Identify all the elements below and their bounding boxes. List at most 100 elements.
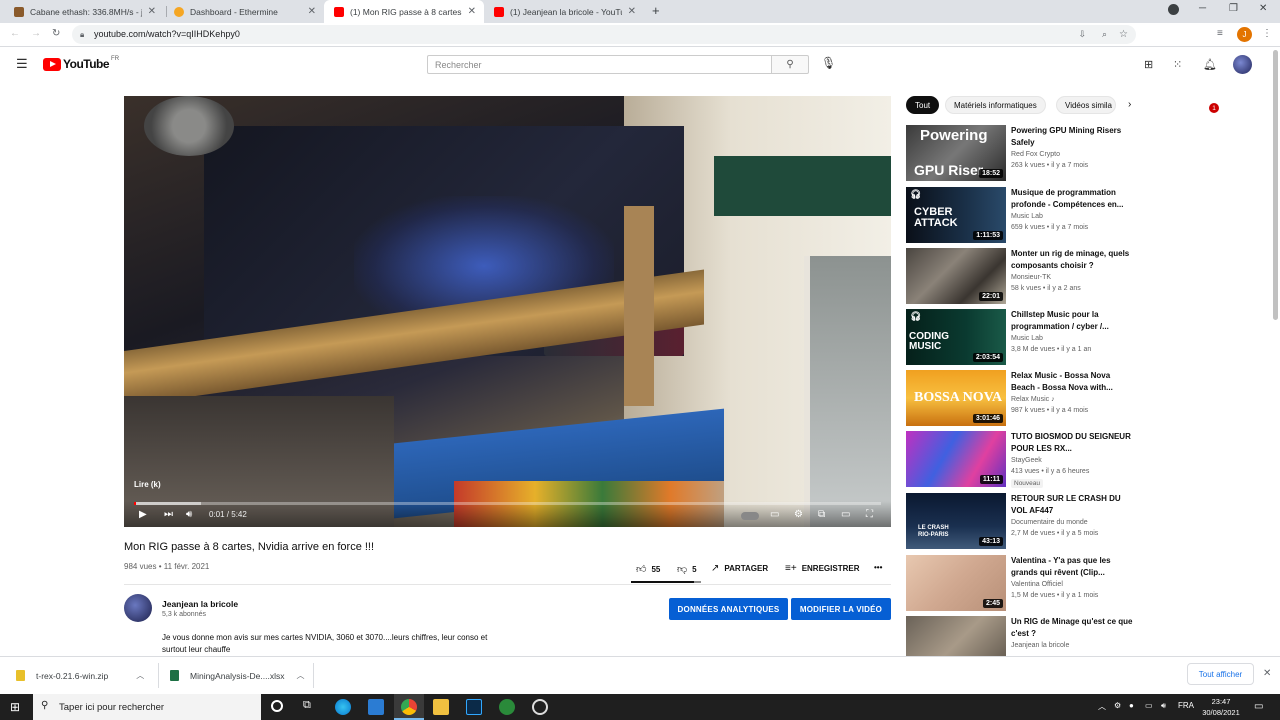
save-button[interactable]: ≡+ ENREGISTRER (785, 563, 859, 574)
settings-gear-icon[interactable]: ⚙ (794, 509, 803, 520)
close-icon[interactable]: ✕ (468, 6, 476, 17)
download-bar: t-rex-0.21.6-win.zip ︿ MiningAnalysis-De… (0, 656, 1280, 694)
edit-video-button[interactable]: MODIFIER LA VIDÉO (791, 598, 891, 620)
miniplayer-icon[interactable]: ⧉ (818, 509, 825, 520)
tab-search-icon[interactable] (1168, 4, 1179, 15)
channel-name[interactable]: Jeanjean la bricole (162, 599, 238, 609)
youtube-logo[interactable]: YouTube FR (43, 56, 120, 71)
progress-bar[interactable] (134, 502, 881, 505)
apps-grid-icon[interactable]: ⁙ (1173, 58, 1182, 71)
play-icon[interactable]: ▶ (139, 509, 147, 520)
close-download-bar-icon[interactable]: ✕ (1263, 668, 1271, 679)
browser-menu-icon[interactable]: ⋮ (1262, 28, 1272, 39)
close-window-icon[interactable]: ✕ (1259, 3, 1267, 14)
autoplay-toggle[interactable] (741, 512, 759, 520)
create-video-icon[interactable]: ⊞ (1144, 58, 1153, 71)
recommendation-item[interactable]: BOSSA NOVA 3:01:46 Relax Music - Bossa N… (906, 370, 1146, 426)
more-actions-button[interactable]: ••• (874, 563, 882, 572)
chip-similar[interactable]: Vidéos simila (1056, 96, 1116, 114)
thumb-caption: CODING MUSIC (909, 331, 949, 352)
minimize-icon[interactable]: ─ (1199, 3, 1206, 14)
edge-icon[interactable] (335, 699, 351, 715)
country-code: FR (111, 56, 120, 62)
recommendation-item[interactable]: Un RIG de Minage qu'est ce que c'est ? J… (906, 616, 1146, 656)
browser-tab[interactable]: Dashboard - Ethermine ✕ (164, 0, 324, 23)
volume-icon[interactable]: 🔊︎ (186, 509, 192, 520)
tray-app-icon[interactable]: ⚙ (1114, 701, 1121, 710)
recommendation-item[interactable]: 🎧︎ CODING MUSIC 2:03:54 Chillstep Music … (906, 309, 1146, 365)
analytics-button[interactable]: DONNÉES ANALYTIQUES (669, 598, 788, 620)
download-filename: MiningAnalysis-De....xlsx (190, 670, 285, 681)
recommendation-item[interactable]: 11:11 TUTO BIOSMOD DU SEIGNEUR POUR LES … (906, 431, 1146, 488)
new-tab-button[interactable]: + (652, 3, 660, 18)
channel-avatar[interactable] (124, 594, 152, 622)
xbox-icon[interactable] (499, 699, 515, 715)
browser-tab[interactable]: Cabane ethash: 336.8MH/s - jea ✕ (4, 0, 164, 23)
search-input[interactable] (427, 55, 772, 74)
account-avatar[interactable] (1233, 55, 1252, 74)
recommendation-item[interactable]: Powering GPU Riser 18:52 Powering GPU Mi… (906, 125, 1146, 181)
tray-chevron-up-icon[interactable]: ︿ (1098, 701, 1106, 712)
zoom-icon[interactable]: ⌕ (1102, 25, 1107, 44)
windows-start-icon[interactable]: ⊞ (10, 700, 20, 714)
hamburger-menu-icon[interactable]: ☰ (16, 56, 28, 72)
clock-time: 23:47 (1211, 697, 1231, 706)
search-button[interactable]: ⚲ (771, 55, 809, 74)
microphone-icon[interactable]: 🎙︎ (821, 56, 836, 70)
chevron-up-icon[interactable]: ︿ (296, 670, 304, 681)
chip-all[interactable]: Tout (906, 96, 940, 114)
duration-badge: 2:03:54 (972, 353, 1003, 362)
taskbar-search-box[interactable]: ⚲ Taper ici pour rechercher (33, 694, 261, 720)
recommendation-item[interactable]: LE CRASH RIO-PARIS 43:13 RETOUR SUR LE C… (906, 493, 1146, 549)
share-button[interactable]: ↗ PARTAGER (711, 563, 768, 574)
photoshop-icon[interactable] (466, 699, 482, 715)
system-clock[interactable]: 23:47 30/08/2021 (1199, 696, 1243, 718)
recommendation-item[interactable]: 🎧︎ CYBER ATTACK 1:11:53 Musique de progr… (906, 187, 1146, 243)
speaker-icon[interactable]: 🔊︎ (1161, 701, 1166, 711)
cortana-icon[interactable] (271, 700, 283, 712)
reload-icon[interactable]: ↻ (52, 28, 60, 39)
close-icon[interactable]: ✕ (148, 6, 156, 17)
recommendation-item[interactable]: 2:45 Valentina - Y'a pas que les grands … (906, 555, 1146, 611)
fullscreen-icon[interactable]: ⛶ (866, 509, 873, 520)
recommendation-item[interactable]: 22:01 Monter un rig de minage, quels com… (906, 248, 1146, 304)
notifications-bell-icon[interactable]: 🔔︎ (1203, 58, 1217, 71)
subtitles-icon[interactable]: ▭ (770, 509, 779, 520)
like-button[interactable]: 👍︎ 55 (636, 563, 660, 575)
play-tooltip: Lire (k) (134, 480, 161, 489)
chrome-icon[interactable] (401, 699, 417, 715)
forward-icon[interactable]: → (31, 28, 41, 39)
show-all-downloads-button[interactable]: Tout afficher (1187, 663, 1254, 685)
mail-icon[interactable] (368, 699, 384, 715)
restore-icon[interactable]: ❐ (1229, 3, 1238, 14)
task-view-icon[interactable]: ⧉ (303, 699, 311, 712)
tray-microphone-icon[interactable]: ● (1129, 701, 1134, 710)
close-icon[interactable]: ✕ (628, 6, 636, 17)
app-icon[interactable] (532, 699, 548, 715)
notification-center-icon[interactable]: ▭ (1254, 701, 1263, 712)
install-icon[interactable]: ⇩ (1078, 25, 1086, 44)
chevron-right-icon[interactable]: › (1128, 99, 1131, 110)
browser-tab-active[interactable]: (1) Mon RIG passe à 8 cartes, Nvi ✕ (324, 0, 484, 23)
reading-list-icon[interactable]: ≡ (1217, 28, 1223, 39)
address-bar[interactable]: 🔒︎ youtube.com/watch?v=qIIHDKehpy0 ⇩ ⌕ ☆ (72, 25, 1136, 44)
browser-tab[interactable]: (1) Jeanjean la bricole - YouTube ✕ (484, 0, 644, 23)
chip-hardware[interactable]: Matériels informatiques (945, 96, 1046, 114)
download-item[interactable]: t-rex-0.21.6-win.zip ︿ (16, 657, 144, 694)
next-icon[interactable]: ⏭︎ (164, 509, 173, 520)
language-indicator[interactable]: FRA (1178, 701, 1194, 710)
close-icon[interactable]: ✕ (308, 6, 316, 17)
page-scrollbar[interactable] (1273, 50, 1278, 320)
network-icon[interactable]: ▭ (1145, 701, 1153, 710)
dislike-button[interactable]: 👎︎ 5 (677, 563, 697, 575)
rec-title: Relax Music - Bossa Nova Beach - Bossa N… (1011, 371, 1113, 392)
green-curtain (714, 156, 891, 216)
profile-avatar[interactable]: J (1237, 27, 1252, 42)
theater-mode-icon[interactable]: ▭ (841, 509, 850, 520)
chevron-up-icon[interactable]: ︿ (136, 670, 144, 681)
download-item[interactable]: MiningAnalysis-De....xlsx ︿ (170, 657, 304, 694)
file-explorer-icon[interactable] (433, 699, 449, 715)
video-player[interactable]: Lire (k) ▶ ⏭︎ 🔊︎ 0:01 / 5:42 ▭ ⚙ ⧉ ▭ ⛶ (124, 96, 891, 527)
back-icon[interactable]: ← (10, 28, 20, 39)
bookmark-star-icon[interactable]: ☆ (1119, 25, 1128, 44)
